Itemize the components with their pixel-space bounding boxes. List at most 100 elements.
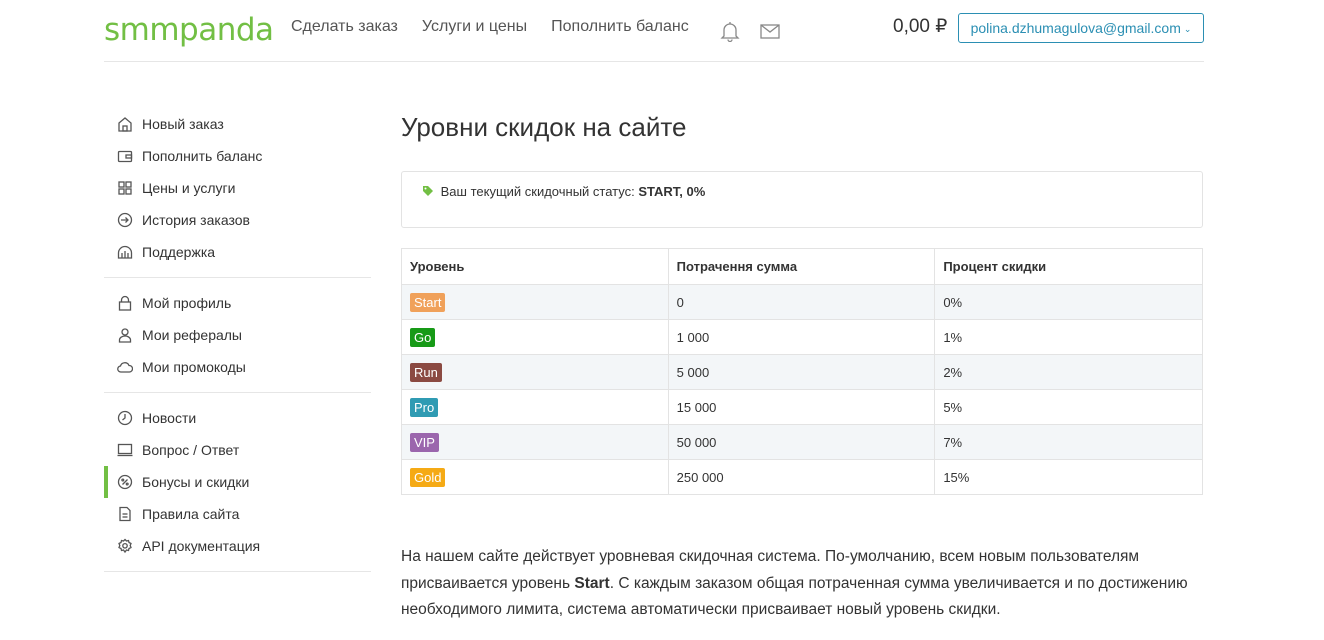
description-bold-level: Start	[574, 574, 610, 592]
level-badge: Go	[410, 327, 436, 347]
column-header-amount: Потрачення сумма	[667, 248, 936, 285]
level-cell: Go	[401, 319, 669, 355]
sidebar-item-label: История заказов	[142, 212, 250, 228]
level-cell: VIP	[401, 424, 669, 460]
amount-cell: 0	[667, 284, 936, 320]
table-header-row: Уровень Потрачення сумма Процент скидки	[401, 248, 1203, 285]
nav-make-order[interactable]: Сделать заказ	[291, 17, 398, 37]
discount-status-label: Ваш текущий скидочный статус:	[440, 184, 635, 199]
discount-status-value: START, 0%	[638, 184, 706, 199]
column-header-percent: Процент скидки	[934, 248, 1203, 285]
column-header-level: Уровень	[401, 248, 669, 285]
sidebar-item-rules[interactable]: Правила сайта	[104, 498, 371, 530]
sidebar-item-label: Поддержка	[142, 244, 216, 260]
sidebar-item-support[interactable]: Поддержка	[104, 236, 371, 268]
amount-cell: 15 000	[667, 389, 936, 425]
percent-icon	[117, 474, 133, 490]
sidebar-item-referrals[interactable]: Мои рефералы	[104, 319, 371, 351]
table-row: Go 1 000 1%	[401, 319, 1203, 355]
nav-top-up-balance[interactable]: Пополнить баланс	[551, 17, 689, 37]
level-badge: VIP	[410, 432, 439, 452]
cloud-icon	[117, 359, 134, 375]
logo-part-smm: smm	[104, 12, 180, 48]
amount-cell: 250 000	[667, 459, 936, 495]
sidebar-item-label: Вопрос / Ответ	[142, 442, 240, 458]
discount-description: На нашем сайте действует уровневая скидо…	[401, 544, 1203, 624]
table-row: Gold 250 000 15%	[401, 459, 1203, 495]
balance-amount: 0,00 ₽	[893, 16, 948, 37]
monitor-icon	[117, 442, 133, 458]
sidebar-item-news[interactable]: Новости	[104, 402, 371, 434]
discount-status-line: Ваш текущий скидочный статус: START, 0%	[422, 184, 705, 201]
home-icon	[117, 116, 133, 132]
sidebar-item-label: Пополнить баланс	[142, 148, 263, 164]
account-dropdown[interactable]: polina.dzhumagulova@gmail.com ⌄	[958, 13, 1204, 43]
amount-cell: 5 000	[667, 354, 936, 390]
user-icon	[117, 327, 133, 343]
level-cell: Run	[401, 354, 669, 390]
chevron-down-icon: ⌄	[1183, 24, 1192, 34]
amount-cell: 50 000	[667, 424, 936, 460]
wallet-icon	[117, 148, 133, 164]
percent-cell: 5%	[934, 389, 1203, 425]
sidebar-item-order-history[interactable]: История заказов	[104, 204, 371, 236]
level-cell: Start	[401, 284, 669, 320]
sidebar-item-new-order[interactable]: Новый заказ	[104, 108, 371, 140]
sidebar: Новый заказ Пополнить баланс Цены и услу…	[104, 108, 371, 581]
percent-cell: 2%	[934, 354, 1203, 390]
history-icon	[117, 212, 133, 228]
sidebar-item-label: Мои промокоды	[142, 359, 246, 375]
percent-cell: 0%	[934, 284, 1203, 320]
top-header: smmpanda Сделать заказ Услуги и цены Поп…	[104, 0, 1204, 62]
table-row: VIP 50 000 7%	[401, 424, 1203, 460]
discount-levels-table: Уровень Потрачення сумма Процент скидки …	[401, 248, 1203, 495]
table-row: Run 5 000 2%	[401, 354, 1203, 390]
account-email: polina.dzhumagulova@gmail.com	[970, 20, 1181, 36]
sidebar-group-orders: Новый заказ Пополнить баланс Цены и услу…	[104, 108, 371, 278]
bell-icon[interactable]	[719, 20, 741, 43]
logo[interactable]: smmpanda	[104, 10, 274, 50]
sidebar-group-profile: Мой профиль Мои рефералы Мои промокоды	[104, 287, 371, 393]
table-body: Start 0 0% Go 1 000 1% Run 5 000 2% Pro 15 000 5% VI…	[401, 284, 1203, 495]
table-row: Pro 15 000 5%	[401, 389, 1203, 425]
lock-icon	[117, 295, 133, 311]
sidebar-item-label: Бонусы и скидки	[142, 474, 250, 490]
grid-icon	[117, 180, 133, 196]
discount-status-box: Ваш текущий скидочный статус: START, 0%	[401, 171, 1203, 228]
sidebar-item-label: Новости	[142, 410, 197, 426]
logo-part-panda: panda	[179, 12, 274, 48]
level-badge: Gold	[410, 467, 446, 487]
sidebar-item-promocodes[interactable]: Мои промокоды	[104, 351, 371, 383]
sidebar-item-faq[interactable]: Вопрос / Ответ	[104, 434, 371, 466]
amount-cell: 1 000	[667, 319, 936, 355]
percent-cell: 7%	[934, 424, 1203, 460]
sidebar-item-label: Мой профиль	[142, 295, 232, 311]
clock-icon	[117, 410, 133, 426]
level-cell: Gold	[401, 459, 669, 495]
support-icon	[117, 244, 133, 260]
document-icon	[117, 506, 133, 522]
sidebar-item-label: API документация	[142, 538, 261, 554]
sidebar-item-label: Мои рефералы	[142, 327, 242, 343]
gear-icon	[117, 538, 133, 554]
nav-services-prices[interactable]: Услуги и цены	[422, 17, 527, 37]
table-row: Start 0 0%	[401, 284, 1203, 320]
sidebar-item-profile[interactable]: Мой профиль	[104, 287, 371, 319]
percent-cell: 1%	[934, 319, 1203, 355]
sidebar-item-api-docs[interactable]: API документация	[104, 530, 371, 562]
level-badge: Pro	[410, 397, 439, 417]
sidebar-item-label: Цены и услуги	[142, 180, 236, 196]
level-badge: Run	[410, 362, 442, 382]
page-title: Уровни скидок на сайте	[401, 112, 687, 142]
envelope-icon[interactable]	[759, 20, 781, 42]
main-nav: Сделать заказ Услуги и цены Пополнить ба…	[291, 17, 689, 37]
sidebar-group-info: Новости Вопрос / Ответ Бонусы и скидки П…	[104, 402, 371, 572]
sidebar-item-top-up[interactable]: Пополнить баланс	[104, 140, 371, 172]
percent-cell: 15%	[934, 459, 1203, 495]
sidebar-item-bonuses[interactable]: Бонусы и скидки	[104, 466, 371, 498]
sidebar-item-label: Правила сайта	[142, 506, 240, 522]
sidebar-item-prices[interactable]: Цены и услуги	[104, 172, 371, 204]
tag-icon	[422, 185, 434, 201]
level-badge: Start	[410, 292, 446, 312]
sidebar-item-label: Новый заказ	[142, 116, 224, 132]
